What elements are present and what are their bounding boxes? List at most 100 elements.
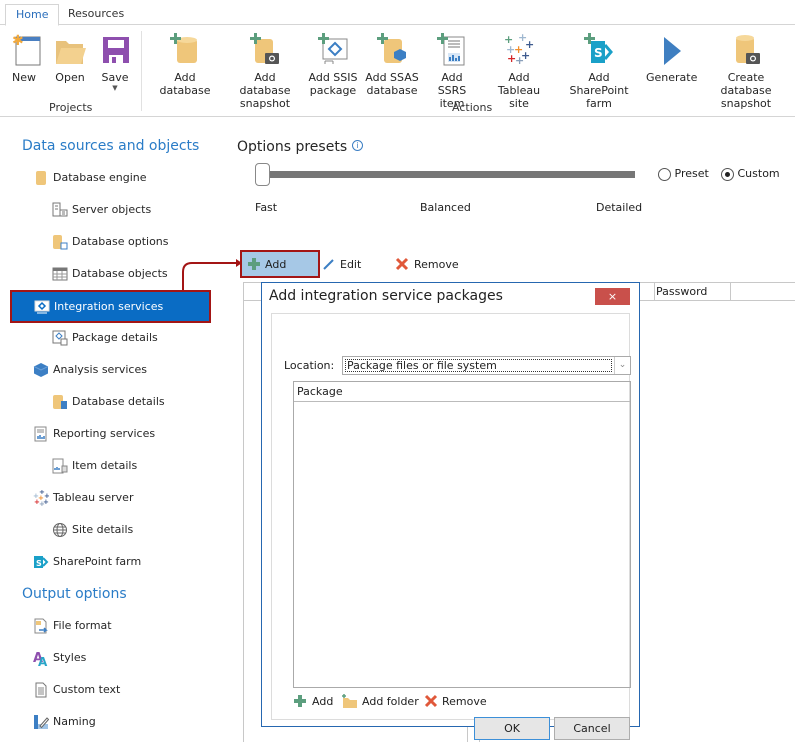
database-options-icon (52, 234, 68, 250)
naming-icon (33, 714, 50, 730)
document-icon (33, 682, 49, 698)
custom-radio[interactable]: Custom (721, 167, 780, 181)
ok-button[interactable]: OK (474, 717, 550, 740)
svg-text:+: + (39, 500, 45, 506)
options-preset-slider[interactable] (262, 171, 635, 178)
ribbon-tab-bar: Home Resources (0, 0, 795, 26)
grid-col-divider (730, 283, 731, 301)
sidebar-item-custom-text[interactable]: Custom text (33, 679, 120, 701)
sidebar-item-database-objects[interactable]: Database objects (52, 263, 168, 285)
edit-button[interactable]: Edit (322, 250, 361, 278)
sidebar-item-database-engine[interactable]: Database engine (33, 167, 147, 189)
add-ssrs-item-button[interactable]: Add SSRS item (426, 31, 478, 110)
sidebar-item-database-options[interactable]: Database options (52, 231, 169, 253)
chevron-down-icon[interactable]: ⌄ (614, 357, 630, 374)
options-presets-title: Options presets (237, 139, 348, 155)
new-file-icon: ✱ (8, 31, 44, 67)
dialog-title: Add integration service packages (269, 288, 503, 304)
add-integration-packages-dialog: Add integration service packages × Locat… (261, 282, 640, 740)
info-icon[interactable]: i (352, 140, 363, 151)
location-label: Location: (284, 359, 335, 372)
slider-label-detailed: Detailed (596, 201, 643, 214)
add-ssis-package-icon (315, 31, 351, 67)
save-dropdown-arrow[interactable]: ▼ (98, 84, 132, 92)
highlight-connector-arrow (182, 259, 242, 292)
database-icon (33, 170, 49, 186)
cube-icon (33, 362, 49, 378)
sidebar-item-sharepoint-farm[interactable]: S SharePoint farm (33, 551, 141, 573)
sidebar-item-styles[interactable]: AA Styles (33, 647, 86, 669)
tab-home[interactable]: Home (5, 4, 60, 26)
svg-text:S: S (594, 46, 603, 60)
sharepoint-icon: S (33, 554, 49, 570)
svg-text:S: S (36, 559, 42, 568)
sidebar-item-database-details[interactable]: Database details (52, 391, 165, 413)
add-tableau-site-button[interactable]: + + + + + + + + Add Tableau site (486, 31, 552, 110)
add-ssis-package-button[interactable]: Add SSIS package (308, 31, 358, 97)
generate-button[interactable]: Generate (646, 31, 697, 84)
play-icon (653, 31, 689, 67)
sidebar-item-package-details[interactable]: Package details (52, 327, 158, 349)
radio-unchecked-icon (658, 167, 671, 181)
slider-thumb[interactable] (255, 163, 270, 186)
plus-icon (294, 695, 306, 707)
grid-col-divider (654, 283, 655, 301)
new-button[interactable]: ✱ New (8, 31, 41, 84)
radio-checked-icon (721, 167, 734, 181)
data-sources-title: Data sources and objects (22, 138, 200, 154)
tab-resources[interactable]: Resources (58, 4, 134, 26)
add-ssrs-item-icon (434, 31, 470, 67)
integration-services-icon (34, 299, 50, 315)
sidebar-item-item-details[interactable]: Item details (52, 455, 137, 477)
preset-radio[interactable]: Preset (658, 167, 709, 181)
sidebar-item-analysis-services[interactable]: Analysis services (33, 359, 147, 381)
remove-x-icon (395, 257, 409, 271)
svg-text:A: A (38, 655, 48, 666)
open-button[interactable]: Open (52, 31, 88, 84)
save-button[interactable]: Save ▼ (98, 31, 132, 92)
ribbon: ✱ New Open Save ▼ Projects Add database … (0, 25, 795, 117)
add-folder-icon (342, 694, 357, 708)
report-icon (33, 426, 49, 442)
cancel-button[interactable]: Cancel (554, 717, 630, 740)
ribbon-separator (141, 31, 142, 111)
add-button[interactable]: Add (240, 250, 320, 278)
file-format-icon (33, 618, 49, 634)
dialog-add-folder-button[interactable]: Add folder (342, 694, 419, 708)
tableau-icon: + + + + + + + (33, 488, 50, 508)
add-ssas-database-icon (374, 31, 410, 67)
dialog-body: Location: Package files or file system ⌄… (271, 313, 631, 740)
plus-icon (248, 258, 260, 270)
svg-text:+: + (515, 54, 524, 67)
sidebar-item-naming[interactable]: Naming (33, 711, 96, 733)
output-options-title: Output options (22, 586, 127, 602)
sidebar-item-file-format[interactable]: File format (33, 615, 112, 637)
projects-group-label: Projects (49, 101, 93, 114)
sidebar-item-site-details[interactable]: Site details (52, 519, 133, 541)
svg-text:✱: ✱ (12, 33, 24, 49)
package-column-header[interactable]: Package (294, 382, 630, 402)
create-database-snapshot-button[interactable]: Create database snapshot (702, 31, 790, 110)
add-database-button[interactable]: Add database (148, 31, 222, 97)
add-ssas-database-button[interactable]: Add SSAS database (364, 31, 420, 97)
grid-col-password[interactable]: Password (656, 285, 707, 298)
package-list[interactable]: Package (293, 381, 631, 688)
sidebar-item-tableau-server[interactable]: + + + + + + + Tableau server (33, 487, 133, 509)
add-sharepoint-farm-button[interactable]: S Add SharePoint farm (558, 31, 640, 110)
sidebar-item-server-objects[interactable]: Server objects (52, 199, 151, 221)
location-select[interactable]: Package files or file system ⌄ (342, 356, 631, 375)
dialog-remove-button[interactable]: Remove (424, 694, 487, 708)
slider-label-balanced: Balanced (420, 201, 471, 214)
add-sharepoint-farm-icon: S (581, 31, 617, 67)
sidebar-item-reporting-services[interactable]: Reporting services (33, 423, 155, 445)
dialog-add-button[interactable]: Add (293, 694, 333, 708)
add-database-snapshot-button[interactable]: Add database snapshot (228, 31, 302, 110)
dialog-close-button[interactable]: × (595, 288, 630, 305)
remove-button[interactable]: Remove (395, 250, 459, 278)
styles-icon: AA (33, 650, 49, 669)
folder-open-icon (52, 31, 88, 67)
create-database-snapshot-icon (728, 31, 764, 67)
add-tableau-site-icon: + + + + + + + + (501, 31, 537, 67)
database-details-icon (52, 394, 68, 410)
package-details-icon (52, 330, 68, 346)
